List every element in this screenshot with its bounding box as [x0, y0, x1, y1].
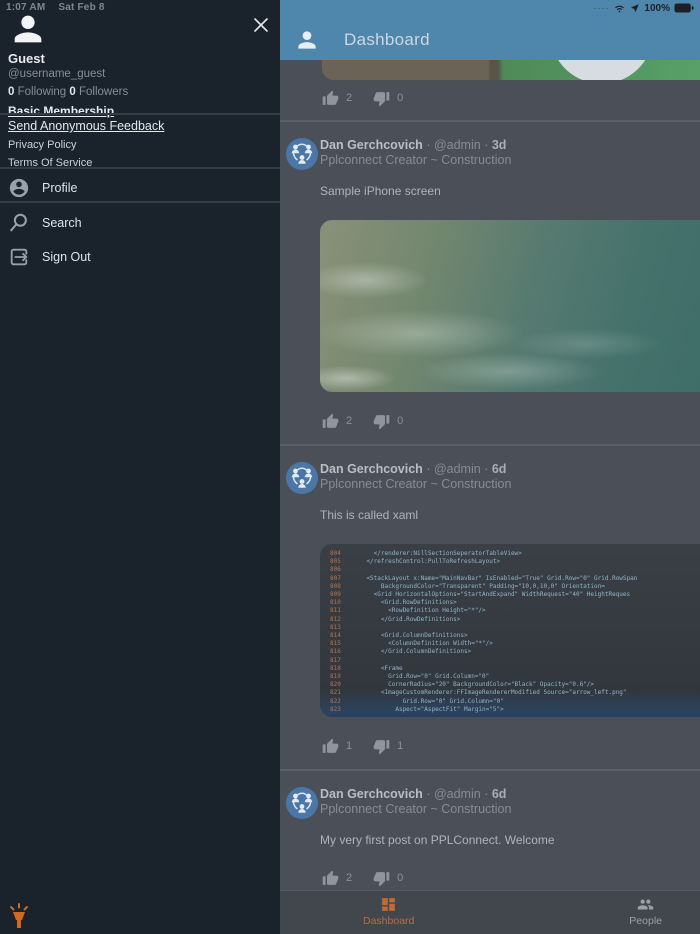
status-date: Sat Feb 8	[58, 2, 104, 13]
user-summary: Guest @username_guest 0 Following 0 Foll…	[8, 51, 128, 119]
battery-percent: 100%	[644, 3, 670, 14]
people-icon	[637, 896, 654, 913]
tab-label: People	[629, 915, 662, 927]
post-sample-iphone: Dan Gerchcovich · @admin · 3d Pplconnect…	[280, 122, 700, 446]
dashboard-icon	[380, 896, 397, 913]
post-body-text: My very first post on PPLConnect. Welcom…	[320, 833, 700, 847]
post-body-text: Sample iPhone screen	[320, 184, 700, 198]
tab-people[interactable]: People	[629, 896, 662, 934]
post-body-text: This is called xaml	[320, 508, 700, 522]
privacy-policy-link[interactable]: Privacy Policy	[8, 137, 164, 153]
post-image-ocean[interactable]	[320, 220, 700, 392]
post-partial: 2 0	[280, 60, 700, 122]
app-bar: ···· 100% Dashboard	[280, 0, 700, 60]
post-author[interactable]: Dan Gerchcovich	[320, 462, 423, 476]
profile-icon	[8, 177, 30, 199]
post-author-subtitle: Pplconnect Creator ~ Construction	[320, 153, 700, 168]
close-drawer-icon[interactable]	[252, 16, 270, 34]
send-feedback-link[interactable]: Send Anonymous Feedback	[8, 118, 164, 134]
dashboard-feed[interactable]: 2 0	[280, 60, 700, 890]
menu-item-profile[interactable]: Profile	[0, 171, 280, 205]
menu-item-sign-out[interactable]: Sign Out	[0, 240, 280, 274]
user-name: Guest	[8, 51, 128, 66]
dislike-count: 0	[397, 92, 403, 104]
menu-item-label: Profile	[42, 181, 77, 195]
post-author[interactable]: Dan Gerchcovich	[320, 138, 423, 152]
battery-icon	[674, 3, 694, 13]
menu-item-label: Sign Out	[42, 250, 91, 264]
user-stats: 0 Following 0 Followers	[8, 85, 128, 100]
tab-dashboard[interactable]: Dashboard	[363, 896, 414, 934]
dislike-count: 0	[397, 872, 403, 884]
divider	[0, 167, 280, 169]
user-handle: @username_guest	[8, 67, 128, 82]
post-author-subtitle: Pplconnect Creator ~ Construction	[320, 802, 700, 817]
post-header: Dan Gerchcovich · @admin · 6d Pplconnect…	[320, 462, 700, 494]
like-count: 1	[346, 740, 352, 752]
membership-link[interactable]: Basic Membership	[8, 104, 114, 119]
search-icon	[8, 212, 30, 234]
like-count: 2	[346, 92, 352, 104]
drawer-links: Send Anonymous Feedback Privacy Policy T…	[8, 118, 164, 173]
thumbs-down-icon[interactable]	[373, 738, 390, 755]
post-reactions: 2 0	[322, 412, 700, 430]
post-header: Dan Gerchcovich · @admin · 3d Pplconnect…	[320, 138, 700, 170]
menu-item-label: Search	[42, 216, 82, 230]
thumbs-down-icon[interactable]	[373, 870, 390, 887]
divider	[0, 113, 280, 115]
thumbs-up-icon[interactable]	[322, 90, 339, 107]
post-reactions: 2 0	[322, 869, 700, 887]
post-header: Dan Gerchcovich · @admin · 6d Pplconnect…	[320, 787, 700, 819]
page-title: Dashboard	[344, 30, 430, 50]
pplconnect-logo-icon	[6, 900, 32, 930]
post-author-subtitle: Pplconnect Creator ~ Construction	[320, 477, 700, 492]
author-avatar-icon[interactable]	[286, 462, 318, 494]
guest-avatar-icon	[8, 9, 48, 49]
thumbs-down-icon[interactable]	[373, 90, 390, 107]
terms-of-service-link[interactable]: Terms Of Service	[8, 155, 164, 171]
tab-label: Dashboard	[363, 915, 414, 927]
post-age: 3d	[492, 138, 507, 152]
navigation-drawer: 1:07 AM Sat Feb 8 Guest @username_guest …	[0, 0, 280, 934]
thumbs-down-icon[interactable]	[373, 413, 390, 430]
divider	[0, 201, 280, 203]
dashboard-panel: ···· 100% Dashboard	[280, 0, 700, 934]
wifi-icon	[613, 3, 626, 14]
menu-item-search[interactable]: Search	[0, 206, 280, 240]
post-welcome: Dan Gerchcovich · @admin · 6d Pplconnect…	[280, 771, 700, 890]
like-count: 2	[346, 415, 352, 427]
bottom-tab-bar: Dashboard People	[280, 890, 700, 934]
app-screen: 1:07 AM Sat Feb 8 Guest @username_guest …	[0, 0, 700, 934]
following-count: 0	[8, 86, 14, 98]
author-avatar-icon[interactable]	[286, 138, 318, 170]
post-image-xaml-code[interactable]: 804 </renderer:NillSectionSeperatorTable…	[320, 544, 700, 717]
location-arrow-icon	[630, 3, 640, 13]
post-reactions: 1 1	[322, 737, 700, 755]
post-age: 6d	[492, 462, 507, 476]
dashboard-person-icon	[294, 27, 320, 53]
post-author-handle[interactable]: @admin	[434, 462, 481, 476]
thumbs-up-icon[interactable]	[322, 870, 339, 887]
post-xaml: Dan Gerchcovich · @admin · 6d Pplconnect…	[280, 446, 700, 771]
following-label: Following	[18, 86, 67, 98]
cellular-signal-icon: ····	[593, 3, 609, 13]
thumbs-up-icon[interactable]	[322, 738, 339, 755]
post-author-handle[interactable]: @admin	[434, 787, 481, 801]
thumbs-up-icon[interactable]	[322, 413, 339, 430]
followers-count: 0	[69, 86, 75, 98]
like-count: 2	[346, 872, 352, 884]
followers-label: Followers	[79, 86, 128, 98]
status-bar-right: ···· 100%	[593, 2, 694, 14]
dislike-count: 1	[397, 740, 403, 752]
dislike-count: 0	[397, 415, 403, 427]
author-avatar-icon[interactable]	[286, 787, 318, 819]
sign-out-icon	[8, 246, 30, 268]
post-image[interactable]	[322, 60, 700, 80]
post-author[interactable]: Dan Gerchcovich	[320, 787, 423, 801]
post-reactions: 2 0	[322, 89, 700, 107]
post-age: 6d	[492, 787, 507, 801]
post-author-handle[interactable]: @admin	[434, 138, 481, 152]
